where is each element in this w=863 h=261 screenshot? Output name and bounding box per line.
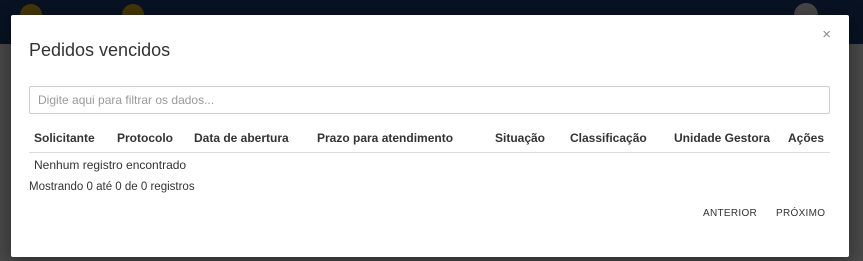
column-unidade-gestora[interactable]: Unidade Gestora (674, 131, 770, 145)
next-page-button[interactable]: PRÓXIMO (776, 208, 825, 219)
column-data-abertura[interactable]: Data de abertura (194, 131, 289, 145)
table-header: Solicitante Protocolo Data de abertura P… (29, 128, 830, 153)
table-info: Mostrando 0 até 0 de 0 registros (29, 181, 195, 193)
column-acoes[interactable]: Ações (788, 131, 824, 145)
column-protocolo[interactable]: Protocolo (117, 131, 173, 145)
modal-title: Pedidos vencidos (29, 40, 171, 60)
column-prazo-atendimento[interactable]: Prazo para atendimento (317, 131, 453, 145)
filter-input[interactable] (29, 86, 830, 114)
previous-page-button[interactable]: ANTERIOR (703, 208, 757, 219)
pedidos-vencidos-modal: Pedidos vencidos × Solicitante Protocolo… (11, 15, 849, 257)
close-icon[interactable]: × (822, 27, 831, 42)
empty-table-message: Nenhum registro encontrado (34, 158, 187, 172)
column-classificacao[interactable]: Classificação (570, 131, 647, 145)
column-solicitante[interactable]: Solicitante (34, 131, 95, 145)
column-situacao[interactable]: Situação (495, 131, 545, 145)
